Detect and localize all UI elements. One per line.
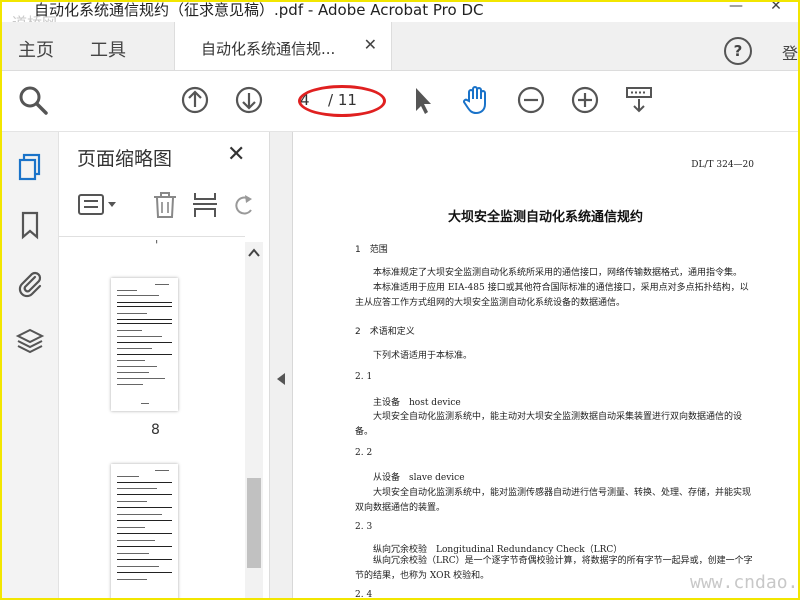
tab-home[interactable]: 主页 xyxy=(18,36,54,62)
previous-page-icon[interactable] xyxy=(178,83,212,117)
toolbar: 4 / 11 xyxy=(2,71,798,132)
section-1-para-2: 本标准适用于应用 EIA-485 接口或其他符合国际标准的通信接口，采用点对多点… xyxy=(355,283,749,308)
help-button[interactable]: ? xyxy=(724,37,752,65)
thumbnail-page-9[interactable] xyxy=(111,464,178,598)
delete-page-icon[interactable] xyxy=(151,190,179,220)
rotate-page-icon[interactable] xyxy=(231,190,257,220)
panel-divider xyxy=(59,236,245,237)
minimize-button[interactable]: — xyxy=(724,2,748,18)
scrollbar-thumb[interactable] xyxy=(247,478,261,568)
tab-tools[interactable]: 工具 xyxy=(90,36,126,62)
clause-2-4-number: 2. 4 xyxy=(355,590,373,600)
close-window-button[interactable]: ✕ xyxy=(764,2,788,18)
clause-2-2-term: 从设备 slave device xyxy=(373,473,465,483)
clause-2-1-definition: 大坝安全自动化监测系统中，能主动对大坝安全监测数据自动采集装置进行双向数据通信的… xyxy=(355,412,743,437)
document-title: 大坝安全监测自动化系统通信规约 xyxy=(447,210,643,225)
thumbnails-scrollbar[interactable] xyxy=(245,242,263,598)
app-window: 自动化系统通信规约（征求意见稿）.pdf - Adobe Acrobat Pro… xyxy=(0,0,800,600)
thumbnail-page-number: 8 xyxy=(151,422,160,438)
scroll-up-icon[interactable] xyxy=(248,248,260,258)
red-highlight-oval xyxy=(298,85,386,117)
clause-2-1-number: 2. 1 xyxy=(355,372,373,382)
clause-2-1-term: 主设备 host device xyxy=(373,398,461,408)
bookmark-icon[interactable] xyxy=(15,210,45,240)
panel-close-icon[interactable]: ✕ xyxy=(227,142,245,167)
hand-tool-icon[interactable] xyxy=(460,83,494,117)
section-2-heading: 2 术语和定义 xyxy=(355,327,415,337)
clause-2-3-number: 2. 3 xyxy=(355,522,373,532)
search-icon[interactable] xyxy=(16,83,50,117)
stray-mark: ' xyxy=(155,238,159,252)
section-2-para-1: 下列术语适用于本标准。 xyxy=(373,351,473,361)
title-bar: 自动化系统通信规约（征求意见稿）.pdf - Adobe Acrobat Pro… xyxy=(2,1,798,32)
tab-document[interactable]: 自动化系统通信规... ✕ xyxy=(174,22,392,70)
collapse-arrow-icon[interactable] xyxy=(276,372,286,386)
left-navigation-rail xyxy=(2,132,59,598)
page-display-icon[interactable] xyxy=(622,83,656,117)
page-thumbnails-icon[interactable] xyxy=(15,152,45,182)
select-cursor-icon[interactable] xyxy=(406,83,440,117)
clause-2-2-definition: 大坝安全自动化监测系统中，能对监测传感器自动进行信号测量、转换、处理、存储，并能… xyxy=(355,488,752,513)
zoom-in-icon[interactable] xyxy=(568,83,602,117)
thumbnails-panel: 页面缩略图 ✕ ' 8 xyxy=(59,132,270,598)
options-menu-icon[interactable] xyxy=(77,190,121,220)
page-number-field[interactable]: 4 / 11 xyxy=(292,85,386,117)
login-button[interactable]: 登 xyxy=(782,40,798,64)
panel-title: 页面缩略图 xyxy=(77,148,173,170)
panel-collapse-strip[interactable] xyxy=(270,132,293,598)
insert-page-icon[interactable] xyxy=(191,190,219,220)
tab-bar: 主页 工具 自动化系统通信规... ✕ ? 登 xyxy=(2,22,798,71)
tab-document-label: 自动化系统通信规... xyxy=(201,40,336,58)
section-1-para-1: 本标准规定了大坝安全监测自动化系统所采用的通信接口，网络传输数据格式，通用指令集… xyxy=(373,268,743,278)
next-page-icon[interactable] xyxy=(232,83,266,117)
document-view[interactable]: DL/T 324—20 大坝安全监测自动化系统通信规约 1 范围 本标准规定了大… xyxy=(293,132,798,598)
window-title: 自动化系统通信规约（征求意见稿）.pdf - Adobe Acrobat Pro… xyxy=(34,1,484,19)
clause-2-2-number: 2. 2 xyxy=(355,448,373,458)
standard-code: DL/T 324—20 xyxy=(691,160,754,170)
thumbnail-page-8[interactable] xyxy=(111,278,178,411)
watermark-url: www.cndao.com xyxy=(690,572,799,593)
zoom-out-icon[interactable] xyxy=(514,83,548,117)
attachment-icon[interactable] xyxy=(15,268,45,298)
tab-close-icon[interactable]: ✕ xyxy=(364,35,377,54)
section-1-heading: 1 范围 xyxy=(355,245,388,255)
layers-icon[interactable] xyxy=(15,326,45,356)
